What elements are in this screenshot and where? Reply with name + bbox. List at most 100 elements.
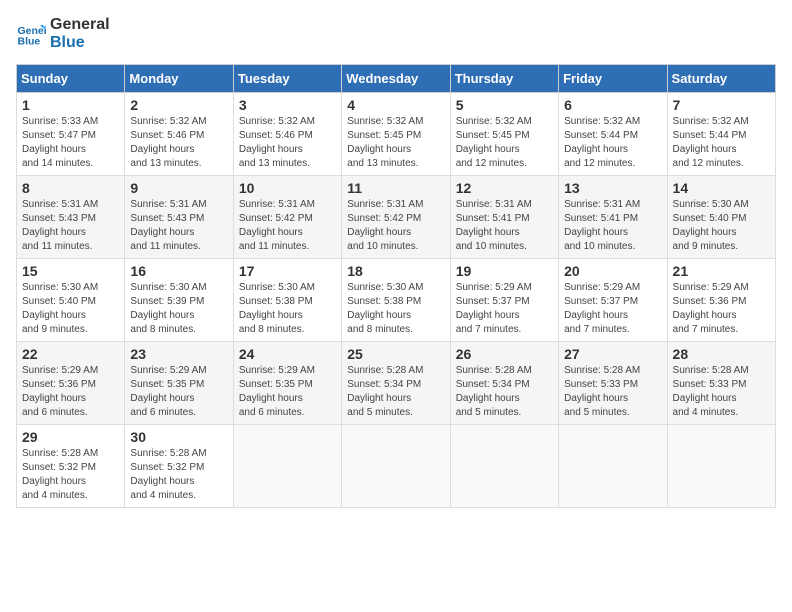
- empty-cell: [450, 425, 558, 508]
- day-info: Sunrise: 5:28 AM Sunset: 5:32 PM Dayligh…: [22, 447, 119, 503]
- empty-cell: [342, 425, 450, 508]
- day-number: 15: [22, 263, 119, 279]
- calendar-day-21: 21 Sunrise: 5:29 AM Sunset: 5:36 PM Dayl…: [667, 259, 775, 342]
- day-info: Sunrise: 5:31 AM Sunset: 5:43 PM Dayligh…: [22, 198, 119, 254]
- day-number: 27: [564, 346, 661, 362]
- day-number: 4: [347, 97, 444, 113]
- day-number: 24: [239, 346, 336, 362]
- day-info: Sunrise: 5:31 AM Sunset: 5:42 PM Dayligh…: [239, 198, 336, 254]
- calendar-day-5: 5 Sunrise: 5:32 AM Sunset: 5:45 PM Dayli…: [450, 93, 558, 176]
- weekday-row: SundayMondayTuesdayWednesdayThursdayFrid…: [17, 65, 776, 93]
- calendar-day-22: 22 Sunrise: 5:29 AM Sunset: 5:36 PM Dayl…: [17, 342, 125, 425]
- calendar-week-row: 1 Sunrise: 5:33 AM Sunset: 5:47 PM Dayli…: [17, 93, 776, 176]
- day-info: Sunrise: 5:28 AM Sunset: 5:34 PM Dayligh…: [456, 364, 553, 420]
- day-number: 14: [673, 180, 770, 196]
- day-info: Sunrise: 5:33 AM Sunset: 5:47 PM Dayligh…: [22, 115, 119, 171]
- calendar-week-row: 22 Sunrise: 5:29 AM Sunset: 5:36 PM Dayl…: [17, 342, 776, 425]
- logo-icon: General Blue: [16, 19, 46, 49]
- calendar-day-23: 23 Sunrise: 5:29 AM Sunset: 5:35 PM Dayl…: [125, 342, 233, 425]
- weekday-header-monday: Monday: [125, 65, 233, 93]
- day-number: 18: [347, 263, 444, 279]
- day-info: Sunrise: 5:31 AM Sunset: 5:43 PM Dayligh…: [130, 198, 227, 254]
- calendar-day-27: 27 Sunrise: 5:28 AM Sunset: 5:33 PM Dayl…: [559, 342, 667, 425]
- calendar-day-13: 13 Sunrise: 5:31 AM Sunset: 5:41 PM Dayl…: [559, 176, 667, 259]
- day-number: 28: [673, 346, 770, 362]
- calendar-day-8: 8 Sunrise: 5:31 AM Sunset: 5:43 PM Dayli…: [17, 176, 125, 259]
- empty-cell: [233, 425, 341, 508]
- calendar-day-14: 14 Sunrise: 5:30 AM Sunset: 5:40 PM Dayl…: [667, 176, 775, 259]
- calendar-day-15: 15 Sunrise: 5:30 AM Sunset: 5:40 PM Dayl…: [17, 259, 125, 342]
- day-info: Sunrise: 5:30 AM Sunset: 5:38 PM Dayligh…: [347, 281, 444, 337]
- day-number: 9: [130, 180, 227, 196]
- calendar-day-11: 11 Sunrise: 5:31 AM Sunset: 5:42 PM Dayl…: [342, 176, 450, 259]
- day-info: Sunrise: 5:31 AM Sunset: 5:41 PM Dayligh…: [564, 198, 661, 254]
- calendar-day-29: 29 Sunrise: 5:28 AM Sunset: 5:32 PM Dayl…: [17, 425, 125, 508]
- header: General Blue General Blue: [16, 16, 776, 52]
- day-info: Sunrise: 5:30 AM Sunset: 5:39 PM Dayligh…: [130, 281, 227, 337]
- day-info: Sunrise: 5:30 AM Sunset: 5:40 PM Dayligh…: [22, 281, 119, 337]
- day-number: 23: [130, 346, 227, 362]
- calendar-day-7: 7 Sunrise: 5:32 AM Sunset: 5:44 PM Dayli…: [667, 93, 775, 176]
- calendar-header: SundayMondayTuesdayWednesdayThursdayFrid…: [17, 65, 776, 93]
- calendar-day-12: 12 Sunrise: 5:31 AM Sunset: 5:41 PM Dayl…: [450, 176, 558, 259]
- day-info: Sunrise: 5:30 AM Sunset: 5:40 PM Dayligh…: [673, 198, 770, 254]
- day-number: 1: [22, 97, 119, 113]
- day-info: Sunrise: 5:29 AM Sunset: 5:35 PM Dayligh…: [239, 364, 336, 420]
- calendar-body: 1 Sunrise: 5:33 AM Sunset: 5:47 PM Dayli…: [17, 93, 776, 508]
- day-info: Sunrise: 5:31 AM Sunset: 5:42 PM Dayligh…: [347, 198, 444, 254]
- svg-text:Blue: Blue: [18, 36, 41, 48]
- empty-cell: [667, 425, 775, 508]
- day-number: 20: [564, 263, 661, 279]
- calendar-day-2: 2 Sunrise: 5:32 AM Sunset: 5:46 PM Dayli…: [125, 93, 233, 176]
- weekday-header-sunday: Sunday: [17, 65, 125, 93]
- calendar-table: SundayMondayTuesdayWednesdayThursdayFrid…: [16, 64, 776, 508]
- calendar-day-30: 30 Sunrise: 5:28 AM Sunset: 5:32 PM Dayl…: [125, 425, 233, 508]
- logo: General Blue General Blue: [16, 16, 110, 52]
- day-number: 6: [564, 97, 661, 113]
- day-info: Sunrise: 5:28 AM Sunset: 5:34 PM Dayligh…: [347, 364, 444, 420]
- day-number: 2: [130, 97, 227, 113]
- day-info: Sunrise: 5:28 AM Sunset: 5:33 PM Dayligh…: [564, 364, 661, 420]
- calendar-day-16: 16 Sunrise: 5:30 AM Sunset: 5:39 PM Dayl…: [125, 259, 233, 342]
- calendar-day-17: 17 Sunrise: 5:30 AM Sunset: 5:38 PM Dayl…: [233, 259, 341, 342]
- logo-text: General Blue: [50, 16, 110, 52]
- calendar-day-25: 25 Sunrise: 5:28 AM Sunset: 5:34 PM Dayl…: [342, 342, 450, 425]
- day-number: 7: [673, 97, 770, 113]
- day-info: Sunrise: 5:29 AM Sunset: 5:36 PM Dayligh…: [22, 364, 119, 420]
- day-info: Sunrise: 5:29 AM Sunset: 5:37 PM Dayligh…: [456, 281, 553, 337]
- calendar-day-10: 10 Sunrise: 5:31 AM Sunset: 5:42 PM Dayl…: [233, 176, 341, 259]
- calendar-week-row: 29 Sunrise: 5:28 AM Sunset: 5:32 PM Dayl…: [17, 425, 776, 508]
- calendar-week-row: 15 Sunrise: 5:30 AM Sunset: 5:40 PM Dayl…: [17, 259, 776, 342]
- calendar-day-9: 9 Sunrise: 5:31 AM Sunset: 5:43 PM Dayli…: [125, 176, 233, 259]
- day-info: Sunrise: 5:32 AM Sunset: 5:45 PM Dayligh…: [456, 115, 553, 171]
- calendar-day-24: 24 Sunrise: 5:29 AM Sunset: 5:35 PM Dayl…: [233, 342, 341, 425]
- day-info: Sunrise: 5:29 AM Sunset: 5:37 PM Dayligh…: [564, 281, 661, 337]
- calendar-day-4: 4 Sunrise: 5:32 AM Sunset: 5:45 PM Dayli…: [342, 93, 450, 176]
- day-info: Sunrise: 5:32 AM Sunset: 5:44 PM Dayligh…: [673, 115, 770, 171]
- empty-cell: [559, 425, 667, 508]
- calendar-day-1: 1 Sunrise: 5:33 AM Sunset: 5:47 PM Dayli…: [17, 93, 125, 176]
- calendar-week-row: 8 Sunrise: 5:31 AM Sunset: 5:43 PM Dayli…: [17, 176, 776, 259]
- day-number: 21: [673, 263, 770, 279]
- calendar-day-28: 28 Sunrise: 5:28 AM Sunset: 5:33 PM Dayl…: [667, 342, 775, 425]
- day-info: Sunrise: 5:29 AM Sunset: 5:35 PM Dayligh…: [130, 364, 227, 420]
- day-number: 11: [347, 180, 444, 196]
- day-number: 13: [564, 180, 661, 196]
- day-info: Sunrise: 5:29 AM Sunset: 5:36 PM Dayligh…: [673, 281, 770, 337]
- day-info: Sunrise: 5:31 AM Sunset: 5:41 PM Dayligh…: [456, 198, 553, 254]
- day-number: 25: [347, 346, 444, 362]
- day-number: 29: [22, 429, 119, 445]
- day-number: 5: [456, 97, 553, 113]
- day-info: Sunrise: 5:32 AM Sunset: 5:46 PM Dayligh…: [130, 115, 227, 171]
- day-number: 30: [130, 429, 227, 445]
- calendar-day-19: 19 Sunrise: 5:29 AM Sunset: 5:37 PM Dayl…: [450, 259, 558, 342]
- weekday-header-thursday: Thursday: [450, 65, 558, 93]
- day-info: Sunrise: 5:32 AM Sunset: 5:46 PM Dayligh…: [239, 115, 336, 171]
- day-number: 26: [456, 346, 553, 362]
- calendar-day-26: 26 Sunrise: 5:28 AM Sunset: 5:34 PM Dayl…: [450, 342, 558, 425]
- day-number: 3: [239, 97, 336, 113]
- calendar-day-18: 18 Sunrise: 5:30 AM Sunset: 5:38 PM Dayl…: [342, 259, 450, 342]
- day-number: 17: [239, 263, 336, 279]
- day-info: Sunrise: 5:28 AM Sunset: 5:32 PM Dayligh…: [130, 447, 227, 503]
- day-info: Sunrise: 5:28 AM Sunset: 5:33 PM Dayligh…: [673, 364, 770, 420]
